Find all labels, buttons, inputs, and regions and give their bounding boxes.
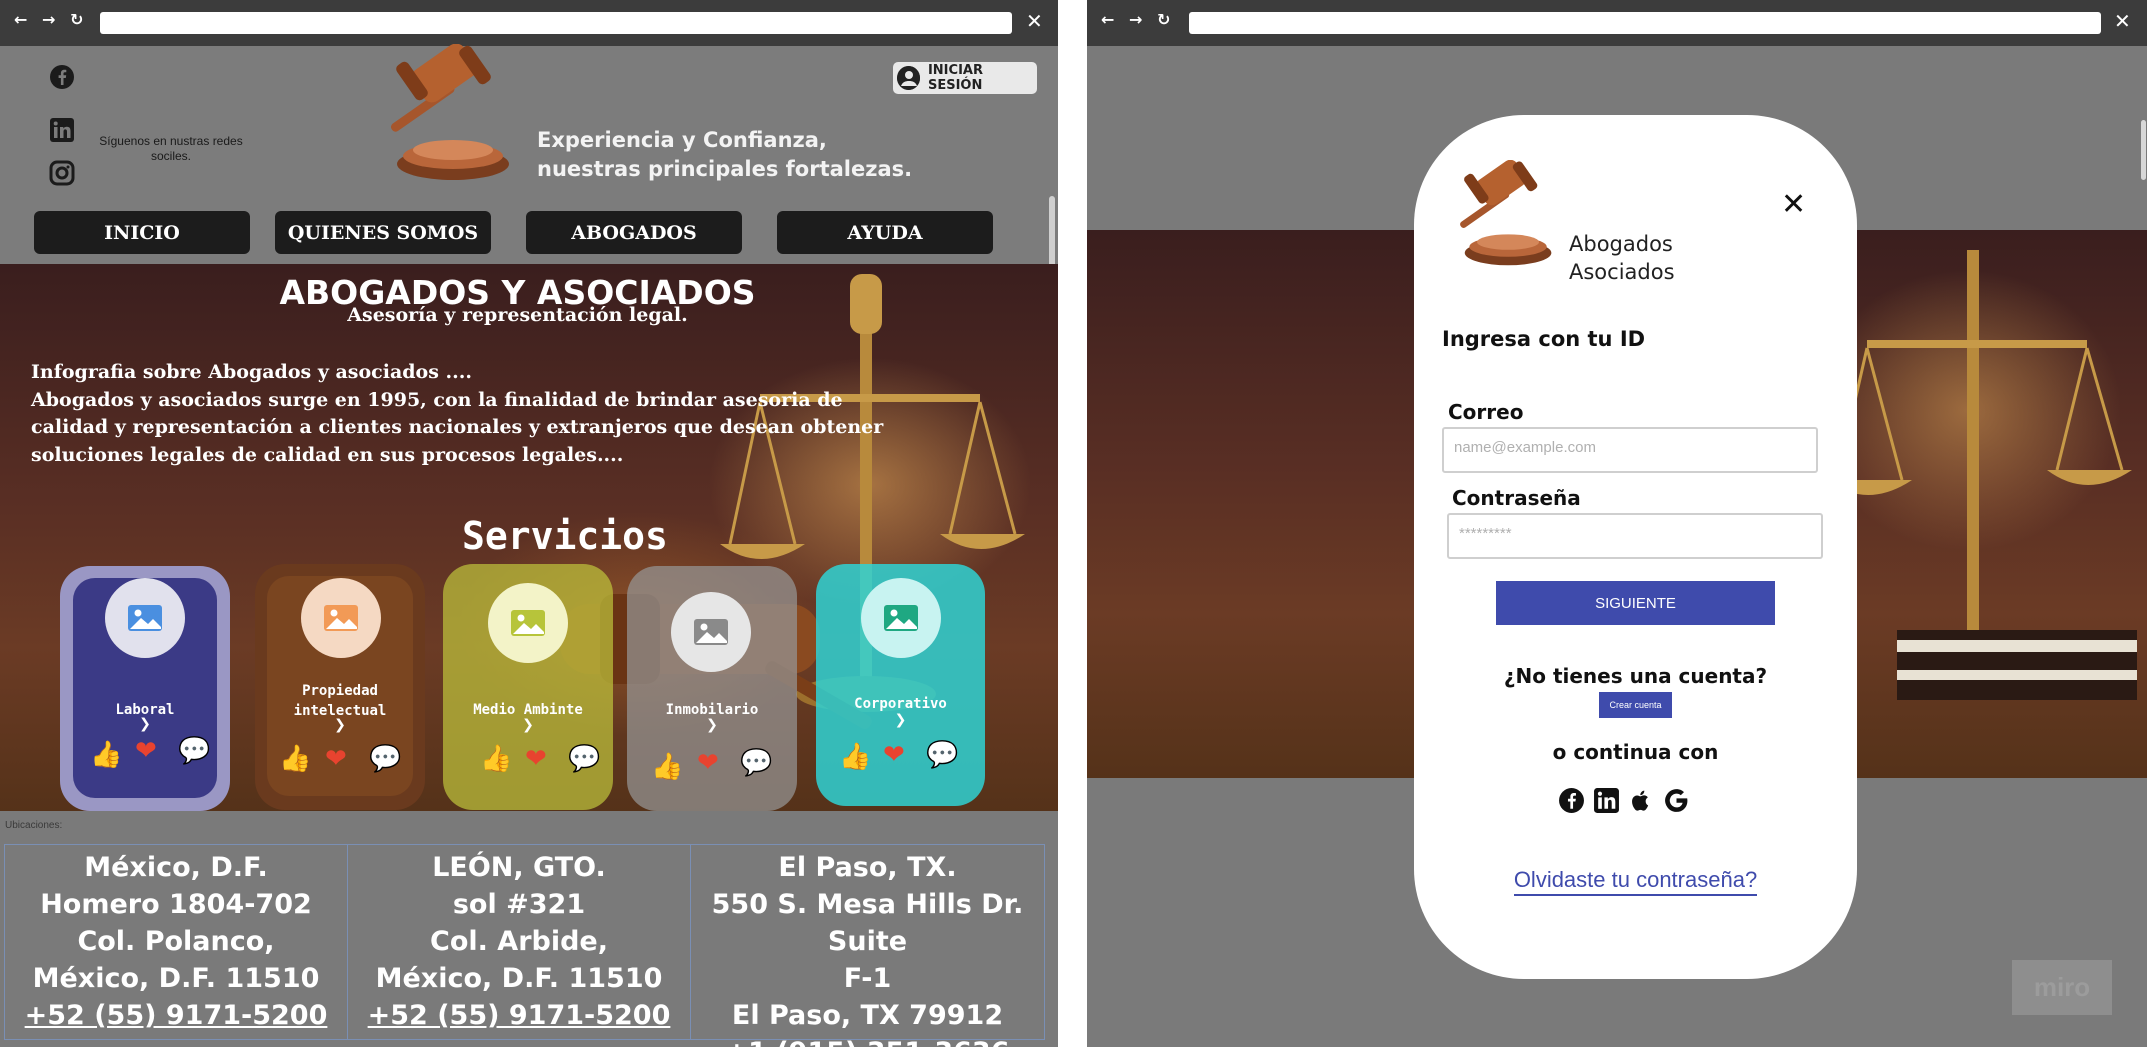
google-icon[interactable] (1663, 787, 1690, 814)
image-icon (105, 578, 185, 658)
close-icon[interactable]: ✕ (1026, 9, 1043, 33)
window-gap (1058, 0, 1087, 1047)
phone-link[interactable]: +52 (55) 9171-5200 (348, 997, 690, 1034)
close-icon[interactable]: ✕ (2114, 9, 2131, 33)
follow-us-text: Síguenos en nustras redes sociles. (99, 134, 243, 163)
service-card-laboral[interactable]: Laboral ❯ 👍 ❤ 💬 (60, 566, 230, 811)
location-leon: LEÓN, GTO. sol #321 Col. Arbide, México,… (348, 845, 691, 1039)
reload-icon[interactable]: ↻ (70, 10, 83, 29)
email-field[interactable]: name@example.com (1442, 427, 1818, 473)
hero-description: Infografia sobre Abogados y asociados ..… (31, 361, 884, 466)
back-icon[interactable]: ← (14, 10, 27, 29)
forward-icon[interactable]: → (1129, 10, 1142, 29)
user-icon (897, 66, 920, 90)
service-card-medio-ambiente[interactable]: Medio Ambinte ❯ 👍 ❤ 💬 (443, 564, 613, 810)
chevron-down-icon[interactable]: ❯ (255, 717, 425, 733)
nav-abogados[interactable]: ABOGADOS (526, 211, 742, 254)
comment-icon[interactable]: 💬 (568, 746, 600, 772)
forward-icon[interactable]: → (42, 10, 55, 29)
address-bar[interactable] (1189, 12, 2101, 34)
instagram-icon[interactable] (49, 160, 75, 186)
gavel-logo (1440, 159, 1556, 270)
service-card-inmobiliario[interactable]: Inmobilario ❯ 👍 ❤ 💬 (627, 566, 797, 811)
like-icon[interactable]: 👍 (279, 746, 311, 772)
login-modal: Abogados Asociados ✕ Ingresa con tu ID C… (1414, 115, 1857, 979)
comment-icon[interactable]: 💬 (369, 746, 401, 772)
slogan: Experiencia y Confianza, nuestras princi… (537, 128, 913, 181)
right-browser-window: ← → ↻ ✕ Abogados Asociados ✕ Ingresa con… (1087, 0, 2147, 1047)
service-label: Propiedad intelectual (293, 683, 387, 719)
password-label: Contraseña (1452, 486, 1581, 510)
chevron-down-icon[interactable]: ❯ (60, 716, 230, 732)
like-icon[interactable]: 👍 (480, 746, 512, 772)
social-login (1558, 787, 1690, 814)
hero-section: ABOGADOS Y ASOCIADOS Asesoría y represen… (0, 264, 1058, 811)
linkedin-icon[interactable] (1593, 787, 1620, 814)
address-bar[interactable] (100, 12, 1012, 34)
close-icon[interactable]: ✕ (1781, 187, 1806, 222)
image-icon (301, 578, 381, 658)
login-label: INICIAR SESIÓN (927, 63, 983, 93)
phone-link[interactable]: +52 (55) 9171-5200 (5, 997, 347, 1034)
email-label: Correo (1448, 400, 1524, 424)
chevron-down-icon[interactable]: ❯ (443, 717, 613, 733)
service-card-propiedad-intelectual[interactable]: Propiedad intelectual ❯ 👍 ❤ 💬 (255, 564, 425, 810)
image-icon (861, 578, 941, 658)
brand-name: Abogados Asociados (1569, 232, 1675, 284)
browser-toolbar: ← → ↻ ✕ (0, 0, 1058, 46)
facebook-icon[interactable] (49, 64, 75, 90)
heart-icon[interactable]: ❤ (525, 746, 547, 772)
comment-icon[interactable]: 💬 (926, 742, 958, 768)
image-icon (488, 583, 568, 663)
nav-quienes-somos[interactable]: QUIENES SOMOS (275, 211, 491, 254)
heart-icon[interactable]: ❤ (325, 746, 347, 772)
browser-toolbar: ← → ↻ ✕ (1087, 0, 2147, 46)
nav-inicio[interactable]: INICIO (34, 211, 250, 254)
heart-icon[interactable]: ❤ (697, 750, 719, 776)
comment-icon[interactable]: 💬 (740, 750, 772, 776)
miro-watermark: miro (2012, 960, 2112, 1015)
like-icon[interactable]: 👍 (839, 744, 871, 770)
forgot-password-link[interactable]: Olvidaste tu contraseña? (1414, 867, 1857, 896)
like-icon[interactable]: 👍 (651, 754, 683, 780)
continue-with-text: o continua con (1552, 740, 1719, 764)
location-el-paso: El Paso, TX. 550 S. Mesa Hills Dr. Suite… (691, 845, 1044, 1047)
gavel-logo (365, 43, 515, 186)
services-title: Servicios (462, 514, 668, 558)
apple-icon[interactable] (1628, 787, 1655, 814)
login-heading: Ingresa con tu ID (1442, 327, 1646, 351)
chevron-down-icon[interactable]: ❯ (627, 717, 797, 733)
facebook-icon[interactable] (1558, 787, 1585, 814)
service-card-corporativo[interactable]: Corporativo ❯ 👍 ❤ 💬 (816, 564, 985, 806)
scrollbar[interactable] (2141, 120, 2146, 180)
next-button[interactable]: SIGUIENTE (1496, 581, 1775, 625)
back-icon[interactable]: ← (1101, 10, 1114, 29)
locations-label: Ubicaciones: (5, 820, 63, 831)
heart-icon[interactable]: ❤ (883, 742, 905, 768)
create-account-button[interactable]: Crear cuenta (1599, 692, 1672, 718)
locations-table: México, D.F. Homero 1804-702 Col. Polanc… (4, 844, 1045, 1047)
hero-subtitle: Asesoría y representación legal. (347, 304, 688, 326)
left-browser-window: ← → ↻ ✕ Síguenos en nustras redes socile… (0, 0, 1058, 1047)
service-label: Corporativo (854, 696, 947, 712)
linkedin-icon[interactable] (49, 117, 75, 143)
like-icon[interactable]: 👍 (90, 742, 122, 768)
heart-icon[interactable]: ❤ (135, 738, 157, 764)
comment-icon[interactable]: 💬 (178, 738, 210, 764)
image-icon (671, 592, 751, 672)
location-mexico: México, D.F. Homero 1804-702 Col. Polanc… (5, 845, 348, 1039)
no-account-text: ¿No tienes una cuenta? (1503, 664, 1768, 688)
reload-icon[interactable]: ↻ (1157, 10, 1170, 29)
nav-ayuda[interactable]: AYUDA (777, 211, 993, 254)
phone-link[interactable]: +1 (915) 351-3636 (691, 1034, 1044, 1047)
password-field[interactable]: ********* (1447, 513, 1823, 559)
login-button[interactable]: INICIAR SESIÓN (893, 62, 1037, 94)
chevron-down-icon[interactable]: ❯ (816, 712, 985, 728)
